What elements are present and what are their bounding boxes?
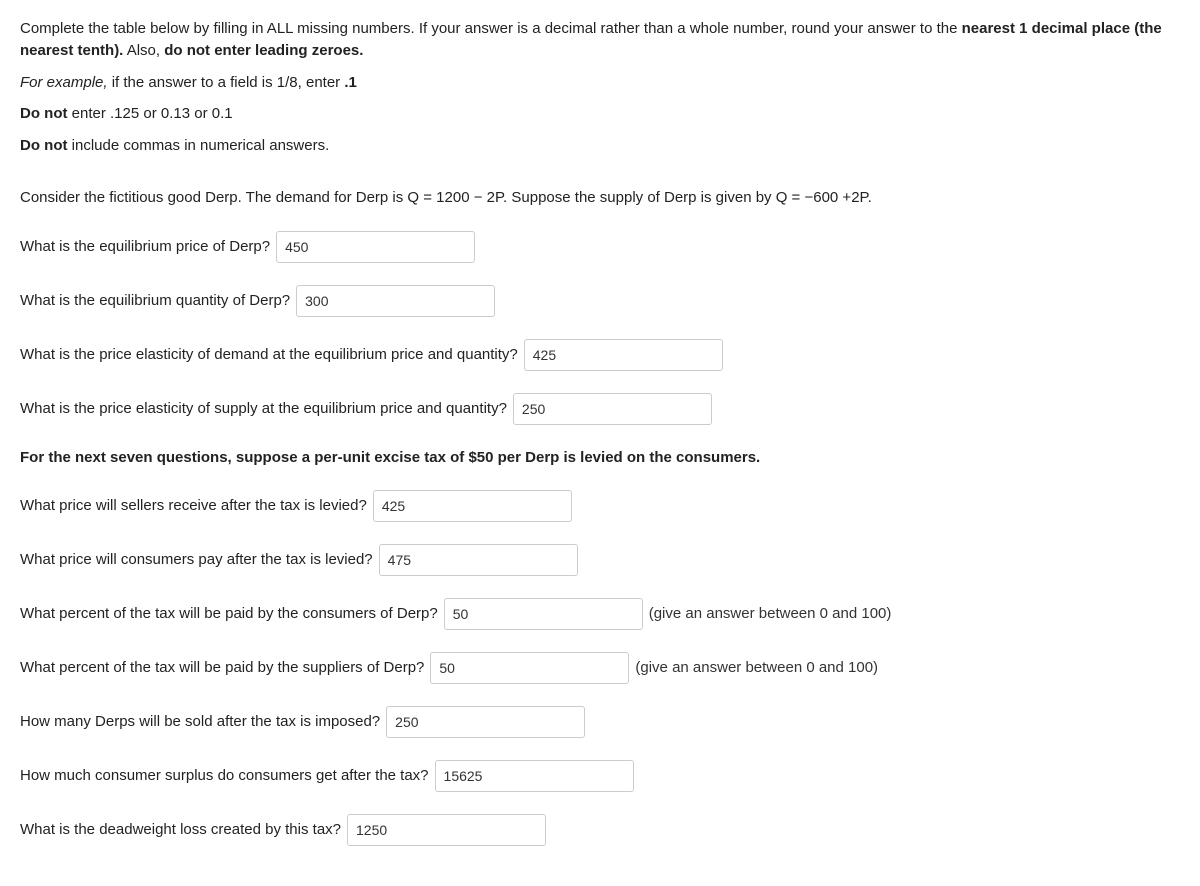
question-label: What percent of the tax will be paid by … xyxy=(20,603,438,625)
question-label: How much consumer surplus do consumers g… xyxy=(20,765,429,787)
text: Also, xyxy=(123,42,164,59)
text: For the next seven questions, suppose a … xyxy=(20,449,760,466)
section-heading-tax: For the next seven questions, suppose a … xyxy=(20,447,1180,469)
question-dwl: What is the deadweight loss created by t… xyxy=(20,814,1180,846)
question-label: What is the equilibrium quantity of Derp… xyxy=(20,290,290,312)
question-label: What is the equilibrium price of Derp? xyxy=(20,236,270,258)
answer-input-consumer-tax-pct[interactable] xyxy=(444,598,643,630)
answer-input-seller-price[interactable] xyxy=(373,490,572,522)
text-bold: do not enter leading zeroes. xyxy=(164,42,363,59)
answer-input-consumer-surplus[interactable] xyxy=(435,760,634,792)
question-suffix: (give an answer between 0 and 100) xyxy=(649,603,892,625)
question-label: How many Derps will be sold after the ta… xyxy=(20,711,380,733)
text-bold: Do not xyxy=(20,105,67,122)
instruction-line-1: Complete the table below by filling in A… xyxy=(20,18,1180,62)
text-bold: .1 xyxy=(344,74,357,91)
text: Consider the fictitious good Derp. The d… xyxy=(20,189,872,206)
answer-input-eq-price[interactable] xyxy=(276,231,475,263)
text: Complete the table below by filling in A… xyxy=(20,20,962,37)
question-consumer-price: What price will consumers pay after the … xyxy=(20,544,1180,576)
text: enter .125 or 0.13 or 0.1 xyxy=(67,105,232,122)
question-consumer-tax-pct: What percent of the tax will be paid by … xyxy=(20,598,1180,630)
question-ped: What is the price elasticity of demand a… xyxy=(20,339,1180,371)
question-label: What is the price elasticity of demand a… xyxy=(20,344,518,366)
answer-input-qty-after-tax[interactable] xyxy=(386,706,585,738)
answer-input-supplier-tax-pct[interactable] xyxy=(430,652,629,684)
question-consumer-surplus: How much consumer surplus do consumers g… xyxy=(20,760,1180,792)
answer-input-ped[interactable] xyxy=(524,339,723,371)
question-suffix: (give an answer between 0 and 100) xyxy=(635,657,878,679)
question-pes: What is the price elasticity of supply a… xyxy=(20,393,1180,425)
question-label: What percent of the tax will be paid by … xyxy=(20,657,424,679)
answer-input-dwl[interactable] xyxy=(347,814,546,846)
text: if the answer to a field is 1/8, enter xyxy=(108,74,345,91)
instruction-donot-2: Do not include commas in numerical answe… xyxy=(20,135,1180,157)
instruction-donot-1: Do not enter .125 or 0.13 or 0.1 xyxy=(20,103,1180,125)
question-eq-quantity: What is the equilibrium quantity of Derp… xyxy=(20,285,1180,317)
answer-input-consumer-price[interactable] xyxy=(379,544,578,576)
question-qty-after-tax: How many Derps will be sold after the ta… xyxy=(20,706,1180,738)
answer-input-eq-quantity[interactable] xyxy=(296,285,495,317)
question-label: What is the price elasticity of supply a… xyxy=(20,398,507,420)
question-label: What is the deadweight loss created by t… xyxy=(20,819,341,841)
question-supplier-tax-pct: What percent of the tax will be paid by … xyxy=(20,652,1180,684)
question-label: What price will consumers pay after the … xyxy=(20,549,373,571)
text: include commas in numerical answers. xyxy=(67,137,329,154)
text-bold: Do not xyxy=(20,137,67,154)
question-seller-price: What price will sellers receive after th… xyxy=(20,490,1180,522)
question-label: What price will sellers receive after th… xyxy=(20,495,367,517)
problem-intro: Consider the fictitious good Derp. The d… xyxy=(20,187,1180,209)
text-italic: For example, xyxy=(20,74,108,91)
instructions: Complete the table below by filling in A… xyxy=(20,18,1180,157)
question-eq-price: What is the equilibrium price of Derp? xyxy=(20,231,1180,263)
answer-input-pes[interactable] xyxy=(513,393,712,425)
instruction-example: For example, if the answer to a field is… xyxy=(20,72,1180,94)
